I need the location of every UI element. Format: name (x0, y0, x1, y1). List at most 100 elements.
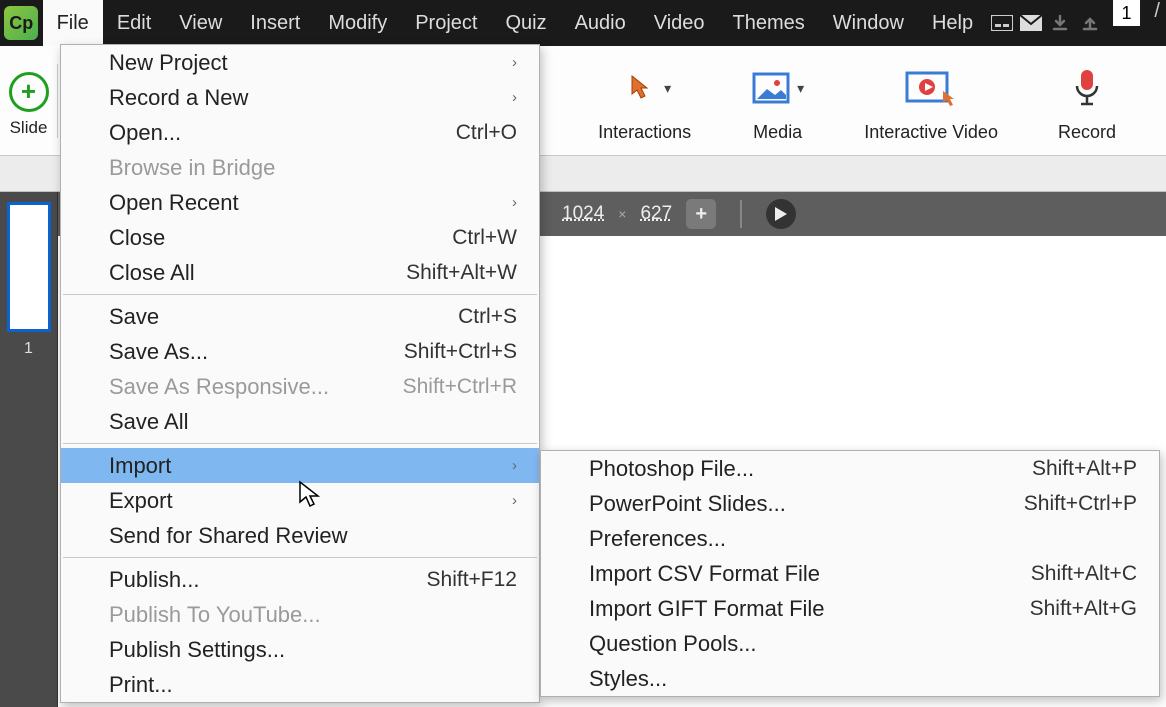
menu-item-label: Publish Settings... (109, 637, 517, 663)
menu-themes[interactable]: Themes (719, 0, 819, 46)
file-menu-item-open-recent[interactable]: Open Recent› (61, 185, 539, 220)
menu-item-label: Close All (109, 260, 376, 286)
file-menu-item-export[interactable]: Export› (61, 483, 539, 518)
logo-badge: Cp (4, 6, 38, 40)
pointer-icon (618, 68, 658, 108)
menu-item-label: Photoshop File... (589, 456, 1002, 482)
menu-modify[interactable]: Modify (314, 0, 401, 46)
menu-help[interactable]: Help (918, 0, 987, 46)
toolbar-interactions[interactable]: ▾ Interactions (568, 52, 721, 149)
menu-item-label: Save All (109, 409, 517, 435)
menu-item-shortcut: Ctrl+S (428, 305, 517, 329)
mail-icon[interactable] (1016, 0, 1045, 46)
menu-project[interactable]: Project (401, 0, 491, 46)
chevron-right-icon: › (492, 89, 517, 106)
menu-item-label: PowerPoint Slides... (589, 491, 994, 517)
menu-item-label: Import GIFT Format File (589, 596, 1000, 622)
file-menu-item-print[interactable]: Print... (61, 667, 539, 702)
chevron-right-icon: › (492, 492, 517, 509)
menu-item-shortcut: Shift+Ctrl+S (374, 340, 517, 364)
toolbar-interactive-video[interactable]: Interactive Video (834, 52, 1028, 149)
menu-separator (63, 557, 537, 558)
toolbar-media[interactable]: ▾ Media (721, 52, 834, 149)
file-menu-item-publish-settings[interactable]: Publish Settings... (61, 632, 539, 667)
file-menu-item-new-project[interactable]: New Project› (61, 45, 539, 80)
file-menu-item-send-for-shared-review[interactable]: Send for Shared Review (61, 518, 539, 553)
chevron-right-icon: › (492, 54, 517, 71)
menu-item-shortcut: Shift+Alt+W (376, 261, 517, 285)
import-menu-item-photoshop-file[interactable]: Photoshop File...Shift+Alt+P (541, 451, 1159, 486)
menu-item-shortcut: Shift+F12 (397, 568, 517, 592)
menu-item-label: Styles... (589, 666, 1137, 692)
menu-item-shortcut: Ctrl+O (426, 121, 517, 145)
image-icon (751, 71, 791, 105)
import-submenu: Photoshop File...Shift+Alt+PPowerPoint S… (540, 450, 1160, 697)
file-menu-item-publish[interactable]: Publish...Shift+F12 (61, 562, 539, 597)
menu-item-label: Import (109, 453, 492, 479)
slide-number: 1 (24, 340, 33, 358)
file-menu-item-close[interactable]: CloseCtrl+W (61, 220, 539, 255)
app-logo: Cp (0, 0, 43, 46)
menu-audio[interactable]: Audio (561, 0, 640, 46)
file-menu-item-import[interactable]: Import› (61, 448, 539, 483)
times-icon: × (618, 206, 626, 222)
menu-item-shortcut: Shift+Alt+P (1002, 457, 1137, 481)
page-sep: / (1148, 0, 1166, 46)
menu-item-label: Export (109, 488, 492, 514)
import-menu-item-import-gift-format-file[interactable]: Import GIFT Format FileShift+Alt+G (541, 591, 1159, 626)
slides-label: Slide (10, 118, 48, 138)
menu-video[interactable]: Video (640, 0, 719, 46)
file-menu-item-publish-to-youtube: Publish To YouTube... (61, 597, 539, 632)
file-menu-item-save-as[interactable]: Save As...Shift+Ctrl+S (61, 334, 539, 369)
menu-view[interactable]: View (165, 0, 236, 46)
file-menu-item-close-all[interactable]: Close AllShift+Alt+W (61, 255, 539, 290)
page-number[interactable]: 1 (1113, 0, 1141, 26)
menu-item-shortcut: Shift+Ctrl+P (994, 492, 1137, 516)
menu-separator (63, 443, 537, 444)
menu-item-label: Close (109, 225, 422, 251)
menu-item-label: Import CSV Format File (589, 561, 1001, 587)
import-menu-item-powerpoint-slides[interactable]: PowerPoint Slides...Shift+Ctrl+P (541, 486, 1159, 521)
menu-item-shortcut: Shift+Alt+G (1000, 597, 1137, 621)
video-touch-icon (903, 69, 959, 107)
slide-thumbnail[interactable] (7, 202, 51, 332)
file-menu: New Project›Record a New›Open...Ctrl+OBr… (60, 44, 540, 703)
canvas-height[interactable]: 627 (640, 203, 672, 225)
import-menu-item-preferences[interactable]: Preferences... (541, 521, 1159, 556)
file-menu-item-record-a-new[interactable]: Record a New› (61, 80, 539, 115)
toolbar-record[interactable]: Record (1028, 52, 1146, 149)
menu-item-label: New Project (109, 50, 492, 76)
import-menu-item-styles[interactable]: Styles... (541, 661, 1159, 696)
menu-item-label: Record a New (109, 85, 492, 111)
file-menu-item-browse-in-bridge: Browse in Bridge (61, 150, 539, 185)
chevron-down-icon: ▾ (797, 80, 804, 97)
chevron-down-icon: ▾ (664, 80, 671, 97)
canvas-width[interactable]: 1024 (562, 203, 604, 225)
file-menu-item-save-as-responsive: Save As Responsive...Shift+Ctrl+R (61, 369, 539, 404)
menu-window[interactable]: Window (819, 0, 918, 46)
zoom-plus-button[interactable]: + (686, 199, 716, 229)
upload-icon[interactable] (1075, 0, 1104, 46)
file-menu-item-open[interactable]: Open...Ctrl+O (61, 115, 539, 150)
menu-item-label: Print... (109, 672, 517, 698)
menu-item-shortcut: Shift+Ctrl+R (373, 375, 517, 399)
menu-item-label: Open... (109, 120, 426, 146)
menu-item-shortcut: Shift+Alt+C (1001, 562, 1137, 586)
menu-item-label: Preferences... (589, 526, 1137, 552)
file-menu-item-save-all[interactable]: Save All (61, 404, 539, 439)
menu-item-label: Save As Responsive... (109, 374, 373, 400)
import-menu-item-question-pools[interactable]: Question Pools... (541, 626, 1159, 661)
menu-item-label: Send for Shared Review (109, 523, 517, 549)
play-button[interactable] (766, 199, 796, 229)
menu-insert[interactable]: Insert (236, 0, 314, 46)
menu-item-label: Publish... (109, 567, 397, 593)
menu-edit[interactable]: Edit (103, 0, 165, 46)
toolbar-slides[interactable]: + Slide (0, 64, 58, 138)
menu-file[interactable]: File (43, 0, 103, 46)
menu-quiz[interactable]: Quiz (491, 0, 560, 46)
caption-icon[interactable] (987, 0, 1016, 46)
menu-separator (63, 294, 537, 295)
import-menu-item-import-csv-format-file[interactable]: Import CSV Format FileShift+Alt+C (541, 556, 1159, 591)
file-menu-item-save[interactable]: SaveCtrl+S (61, 299, 539, 334)
download-icon[interactable] (1046, 0, 1075, 46)
